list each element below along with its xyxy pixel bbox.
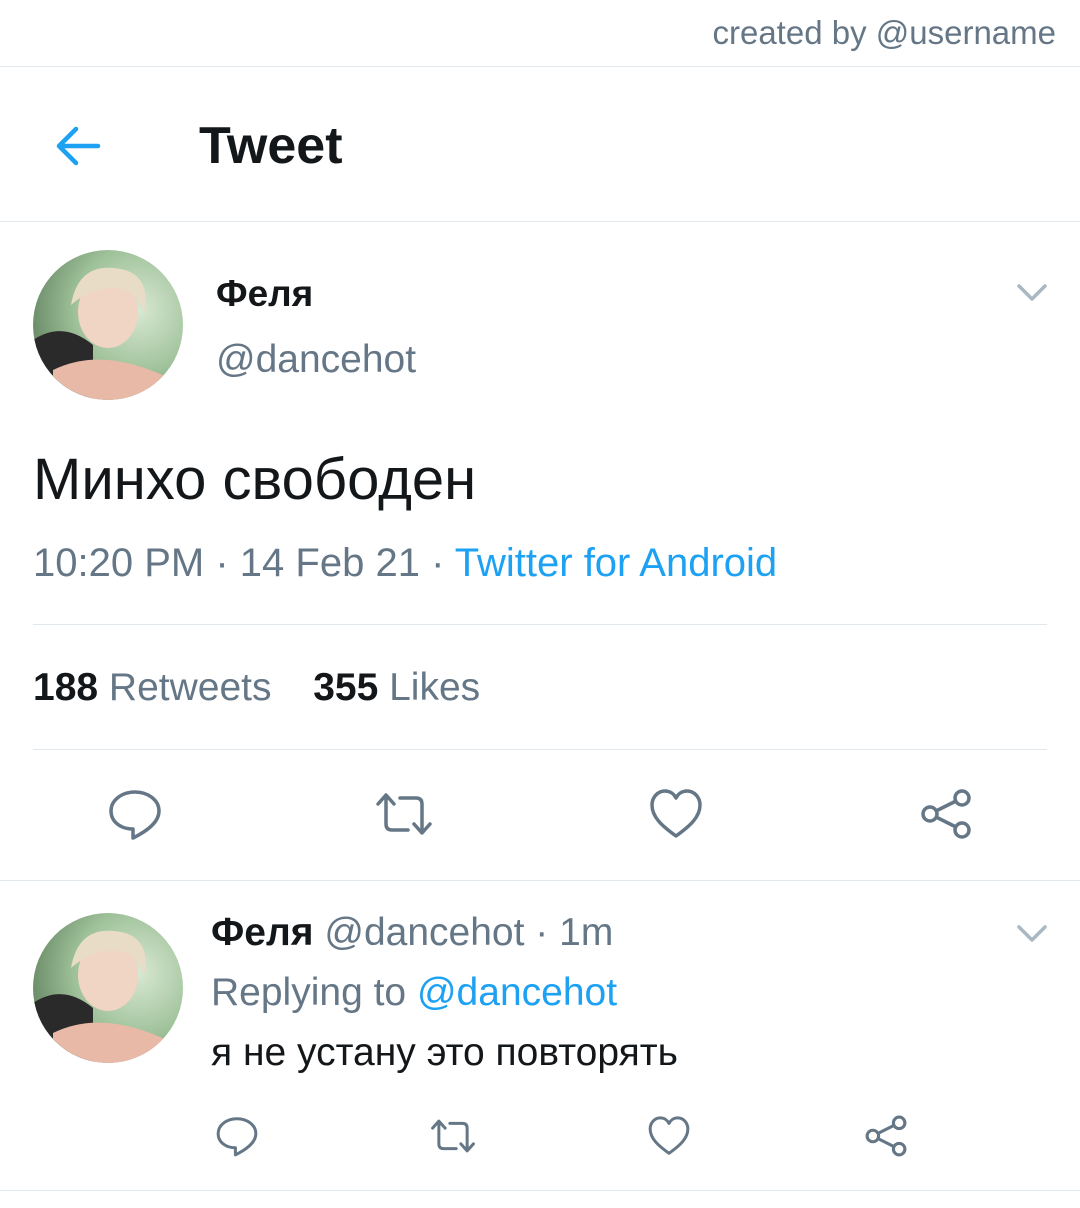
- reply-author-name[interactable]: Феля: [211, 911, 314, 954]
- reply-section-divider: [0, 880, 1080, 881]
- likes-label: Likes: [389, 666, 481, 709]
- stats-divider-top: [33, 624, 1047, 625]
- tweet-menu-button[interactable]: [1015, 275, 1049, 309]
- avatar-image: [33, 250, 183, 400]
- reply-age: 1m: [559, 911, 614, 954]
- reply-reply-button[interactable]: [215, 1114, 259, 1158]
- like-button[interactable]: [648, 786, 704, 842]
- tweet-source-link[interactable]: Twitter for Android: [455, 541, 777, 585]
- tweet-stats: 188 Retweets 355 Likes: [33, 666, 480, 710]
- retweets-count: 188: [33, 666, 99, 709]
- replying-handle-link[interactable]: @dancehot: [417, 971, 617, 1014]
- meta-sep: ·: [215, 541, 229, 585]
- share-icon: [865, 1115, 907, 1157]
- reply-text: я не устану это повторять: [211, 1031, 678, 1074]
- heart-icon: [648, 1116, 690, 1155]
- stats-divider-bottom: [33, 749, 1047, 750]
- reply-share-button[interactable]: [863, 1113, 909, 1159]
- reply-menu-button[interactable]: [1015, 916, 1049, 950]
- tweet-text: Минхо свободен: [33, 447, 477, 512]
- likes-stat[interactable]: 355 Likes: [313, 666, 480, 709]
- avatar-image: [33, 913, 183, 1063]
- replying-to: Replying to @dancehot: [211, 971, 617, 1015]
- page-title: Tweet: [199, 117, 343, 175]
- reply-button[interactable]: [107, 786, 163, 842]
- comment-icon: [109, 790, 161, 840]
- heart-icon: [650, 789, 702, 838]
- retweet-icon: [431, 1119, 475, 1153]
- meta-sep: ·: [431, 541, 445, 585]
- retweets-stat[interactable]: 188 Retweets: [33, 666, 282, 709]
- tweet-date: 14 Feb 21: [239, 541, 420, 585]
- reply-header: Феля @dancehot · 1m: [211, 911, 613, 955]
- top-divider: [0, 66, 1080, 67]
- likes-count: 355: [313, 666, 379, 709]
- share-button[interactable]: [918, 786, 974, 842]
- reply-sep: ·: [535, 911, 549, 954]
- reply-retweet-button[interactable]: [430, 1114, 476, 1158]
- watermark-credit: created by @username: [712, 14, 1056, 51]
- chevron-down-icon: [1017, 284, 1047, 301]
- share-icon: [921, 789, 971, 839]
- reply-avatar[interactable]: [33, 913, 183, 1063]
- tweet-meta: 10:20 PM · 14 Feb 21 · Twitter for Andro…: [33, 541, 777, 586]
- comment-icon: [216, 1117, 258, 1157]
- reply-like-button[interactable]: [647, 1114, 691, 1158]
- retweet-button[interactable]: [376, 786, 432, 842]
- chevron-down-icon: [1017, 925, 1047, 942]
- header-divider: [0, 221, 1080, 222]
- arrow-left-icon: [56, 126, 101, 166]
- back-button[interactable]: [52, 120, 104, 172]
- replying-label: Replying to: [211, 971, 407, 1014]
- author-handle[interactable]: @dancehot: [216, 338, 416, 382]
- author-name[interactable]: Феля: [216, 273, 313, 315]
- retweet-icon: [376, 793, 432, 835]
- tweet-time: 10:20 PM: [33, 541, 205, 585]
- avatar[interactable]: [33, 250, 183, 400]
- retweets-label: Retweets: [108, 666, 272, 709]
- reply-author-handle[interactable]: @dancehot: [324, 911, 524, 954]
- bottom-divider: [0, 1190, 1080, 1191]
